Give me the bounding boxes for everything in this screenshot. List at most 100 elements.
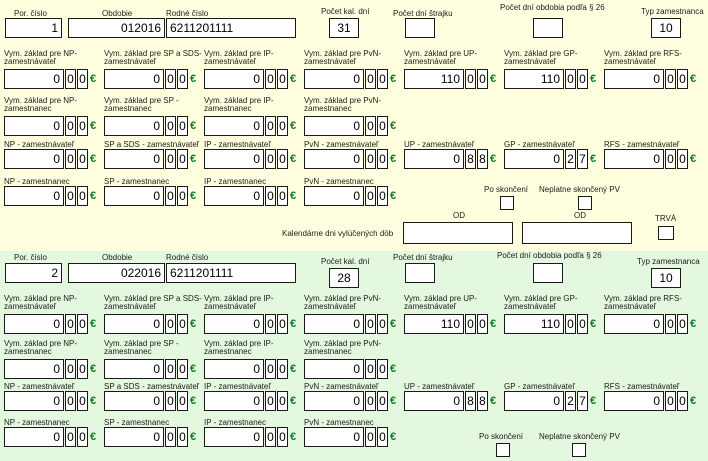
gp-zamestnavatel-dec2[interactable]: 7 [577, 149, 588, 169]
np-zamestnanec-dec2[interactable]: 0 [77, 186, 88, 206]
rfs-zamestnavatel-dec1[interactable]: 0 [665, 149, 676, 169]
vz-np-zamestnavatel-dec2[interactable]: 0 [77, 69, 88, 89]
vz-gp-zamestnavatel-int[interactable]: 110 [504, 69, 564, 89]
gp-zamestnavatel-dec1[interactable]: 2 [565, 391, 576, 411]
sp-zamestnavatel-int[interactable]: 0 [104, 391, 164, 411]
vz-up-zamestnavatel-dec2[interactable]: 0 [477, 314, 488, 334]
vz-ip-zamestnavatel-dec2[interactable]: 0 [277, 69, 288, 89]
pvn-zamestnavatel-dec2[interactable]: 0 [377, 149, 388, 169]
sp-zamestnavatel-dec1[interactable]: 0 [165, 391, 176, 411]
np-zamestnavatel-dec2[interactable]: 0 [77, 391, 88, 411]
vz-rfs-zamestnavatel-dec1[interactable]: 0 [665, 314, 676, 334]
vz-sp-zamestnanec-int[interactable]: 0 [104, 359, 164, 379]
vz-sp-zamestnavatel-dec2[interactable]: 0 [177, 69, 188, 89]
gp-zamestnavatel-int[interactable]: 0 [504, 391, 564, 411]
vz-sp-zamestnanec-int[interactable]: 0 [104, 116, 164, 136]
np-zamestnanec-int[interactable]: 0 [4, 427, 64, 447]
vz-pvn-zamestnavatel-int[interactable]: 0 [304, 314, 364, 334]
vz-pvn-zamestnanec-dec2[interactable]: 0 [377, 359, 388, 379]
vz-gp-zamestnavatel-dec2[interactable]: 0 [577, 314, 588, 334]
sp-zamestnanec-dec1[interactable]: 0 [165, 186, 176, 206]
vz-sp-zamestnavatel-dec1[interactable]: 0 [165, 314, 176, 334]
sp-zamestnavatel-dec2[interactable]: 0 [177, 391, 188, 411]
ip-zamestnavatel-dec1[interactable]: 0 [265, 391, 276, 411]
up-zamestnavatel-int[interactable]: 0 [404, 391, 464, 411]
vz-pvn-zamestnavatel-dec2[interactable]: 0 [377, 69, 388, 89]
por-cislo-field[interactable]: 1 [5, 18, 62, 38]
pvn-zamestnavatel-dec1[interactable]: 0 [365, 149, 376, 169]
vz-up-zamestnavatel-int[interactable]: 110 [404, 314, 464, 334]
pocet-dni-strajku-field[interactable] [405, 18, 435, 38]
ip-zamestnanec-dec1[interactable]: 0 [265, 427, 276, 447]
trva-checkbox[interactable] [658, 226, 674, 240]
vz-ip-zamestnanec-dec1[interactable]: 0 [265, 359, 276, 379]
pocet-kal-dni-field[interactable]: 28 [329, 268, 359, 288]
vz-sp-zamestnanec-dec2[interactable]: 0 [177, 116, 188, 136]
rfs-zamestnavatel-int[interactable]: 0 [604, 391, 664, 411]
vz-pvn-zamestnanec-dec1[interactable]: 0 [365, 359, 376, 379]
pvn-zamestnanec-int[interactable]: 0 [304, 427, 364, 447]
sp-zamestnanec-dec2[interactable]: 0 [177, 186, 188, 206]
np-zamestnavatel-dec2[interactable]: 0 [77, 149, 88, 169]
por-cislo-field[interactable]: 2 [5, 263, 62, 283]
vz-pvn-zamestnavatel-dec1[interactable]: 0 [365, 314, 376, 334]
np-zamestnavatel-dec1[interactable]: 0 [65, 149, 76, 169]
pvn-zamestnavatel-dec2[interactable]: 0 [377, 391, 388, 411]
sp-zamestnavatel-dec1[interactable]: 0 [165, 149, 176, 169]
sp-zamestnanec-int[interactable]: 0 [104, 427, 164, 447]
typ-zamestnanca-field[interactable]: 10 [651, 18, 681, 38]
vz-rfs-zamestnavatel-dec1[interactable]: 0 [665, 69, 676, 89]
pocet-dni-26-field[interactable] [533, 18, 563, 38]
ip-zamestnavatel-dec2[interactable]: 0 [277, 391, 288, 411]
typ-zamestnanca-field[interactable]: 10 [651, 268, 681, 288]
vz-gp-zamestnavatel-int[interactable]: 110 [504, 314, 564, 334]
ip-zamestnavatel-int[interactable]: 0 [204, 149, 264, 169]
pvn-zamestnavatel-int[interactable]: 0 [304, 149, 364, 169]
vz-np-zamestnavatel-dec1[interactable]: 0 [65, 314, 76, 334]
od-field-1[interactable] [403, 222, 513, 244]
vz-pvn-zamestnavatel-int[interactable]: 0 [304, 69, 364, 89]
ip-zamestnanec-dec2[interactable]: 0 [277, 427, 288, 447]
vz-sp-zamestnavatel-int[interactable]: 0 [104, 314, 164, 334]
ip-zamestnavatel-dec2[interactable]: 0 [277, 149, 288, 169]
vz-np-zamestnavatel-int[interactable]: 0 [4, 314, 64, 334]
vz-np-zamestnavatel-dec2[interactable]: 0 [77, 314, 88, 334]
vz-rfs-zamestnavatel-dec2[interactable]: 0 [677, 314, 688, 334]
vz-ip-zamestnanec-int[interactable]: 0 [204, 116, 264, 136]
vz-ip-zamestnanec-dec2[interactable]: 0 [277, 116, 288, 136]
pvn-zamestnanec-dec1[interactable]: 0 [365, 186, 376, 206]
vz-sp-zamestnanec-dec1[interactable]: 0 [165, 359, 176, 379]
up-zamestnavatel-dec1[interactable]: 8 [465, 391, 476, 411]
rodne-cislo-field[interactable]: 6211201111 [166, 18, 296, 38]
ip-zamestnanec-dec1[interactable]: 0 [265, 186, 276, 206]
vz-ip-zamestnavatel-dec2[interactable]: 0 [277, 314, 288, 334]
vz-ip-zamestnavatel-int[interactable]: 0 [204, 69, 264, 89]
pvn-zamestnanec-dec2[interactable]: 0 [377, 427, 388, 447]
ip-zamestnanec-int[interactable]: 0 [204, 427, 264, 447]
pvn-zamestnanec-int[interactable]: 0 [304, 186, 364, 206]
ip-zamestnavatel-dec1[interactable]: 0 [265, 149, 276, 169]
vz-pvn-zamestnavatel-dec2[interactable]: 0 [377, 314, 388, 334]
vz-ip-zamestnanec-dec2[interactable]: 0 [277, 359, 288, 379]
vz-sp-zamestnanec-dec1[interactable]: 0 [165, 116, 176, 136]
np-zamestnavatel-int[interactable]: 0 [4, 149, 64, 169]
rfs-zamestnavatel-int[interactable]: 0 [604, 149, 664, 169]
vz-up-zamestnavatel-dec1[interactable]: 0 [465, 69, 476, 89]
up-zamestnavatel-dec1[interactable]: 8 [465, 149, 476, 169]
vz-up-zamestnavatel-dec1[interactable]: 0 [465, 314, 476, 334]
rfs-zamestnavatel-dec2[interactable]: 0 [677, 149, 688, 169]
vz-np-zamestnanec-dec2[interactable]: 0 [77, 116, 88, 136]
vz-up-zamestnavatel-dec2[interactable]: 0 [477, 69, 488, 89]
rfs-zamestnavatel-dec1[interactable]: 0 [665, 391, 676, 411]
pocet-dni-26-field[interactable] [533, 263, 563, 283]
np-zamestnanec-dec1[interactable]: 0 [65, 186, 76, 206]
vz-pvn-zamestnanec-dec2[interactable]: 0 [377, 116, 388, 136]
vz-ip-zamestnavatel-int[interactable]: 0 [204, 314, 264, 334]
np-zamestnanec-dec2[interactable]: 0 [77, 427, 88, 447]
vz-gp-zamestnavatel-dec1[interactable]: 0 [565, 314, 576, 334]
od-field-2[interactable] [522, 222, 632, 244]
vz-np-zamestnavatel-dec1[interactable]: 0 [65, 69, 76, 89]
up-zamestnavatel-int[interactable]: 0 [404, 149, 464, 169]
ip-zamestnanec-int[interactable]: 0 [204, 186, 264, 206]
pvn-zamestnanec-dec1[interactable]: 0 [365, 427, 376, 447]
